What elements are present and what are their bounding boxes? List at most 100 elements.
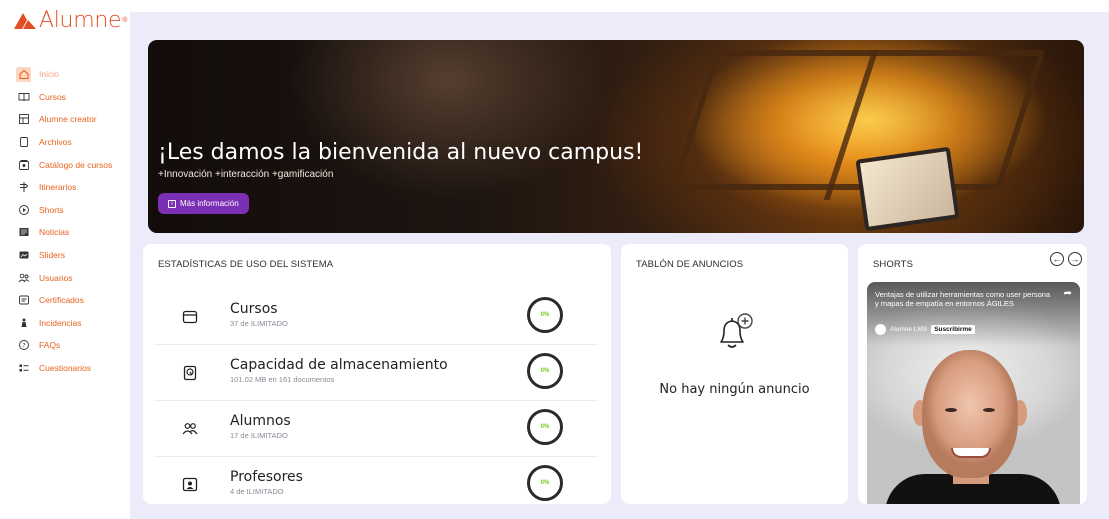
no-announcements-text: No hay ningún anuncio: [659, 382, 810, 397]
presenter-eye: [945, 408, 957, 412]
sidebar-item-certificados[interactable]: Certificados: [16, 289, 112, 312]
channel-avatar[interactable]: [875, 324, 886, 335]
welcome-banner: ¡Les damos la bienvenida al nuevo campus…: [148, 40, 1084, 233]
teacher-icon: [182, 477, 198, 492]
shorts-next-button[interactable]: →: [1068, 252, 1082, 266]
presenter-head: [922, 350, 1018, 478]
shorts-card-title: SHORTS: [873, 259, 914, 270]
short-video-player[interactable]: Ventajas de utilizar herramientas como u…: [867, 282, 1080, 504]
stat-detail: 37 de ILIMITADO: [230, 319, 288, 328]
sidebar: Alumne ® Inicio Cursos Alumne creator Arc…: [0, 0, 130, 519]
arrow-left-icon: ←: [1052, 254, 1062, 264]
sidebar-item-shorts[interactable]: Shorts: [16, 199, 112, 222]
slider-icon: [16, 248, 31, 263]
sidebar-item-label: Catálogo de cursos: [39, 159, 113, 170]
quiz-icon: [16, 361, 31, 376]
signpost-icon: [16, 180, 31, 195]
stat-name: Capacidad de almacenamiento: [230, 357, 448, 373]
sidebar-item-label: Itinerarios: [39, 182, 77, 193]
catalog-icon: [16, 157, 31, 172]
usage-progress-ring: 0%: [527, 297, 563, 333]
stat-detail: 17 de ILIMITADO: [230, 431, 288, 440]
courses-icon: [182, 310, 198, 324]
stats-card-title: ESTADÍSTICAS DE USO DEL SISTEMA: [158, 259, 334, 270]
stat-name: Cursos: [230, 301, 278, 317]
sidebar-item-label: Noticias: [39, 227, 70, 238]
usage-progress-ring: 0%: [527, 465, 563, 501]
sidebar-item-itinerarios[interactable]: Itinerarios: [16, 176, 112, 199]
sidebar-item-faqs[interactable]: ? FAQs: [16, 334, 112, 357]
more-info-button-label: Más información: [180, 199, 239, 208]
stat-row-alumnos: Alumnos 17 de ILIMITADO 0%: [154, 401, 598, 457]
book-icon: [16, 89, 31, 104]
certificate-icon: [16, 293, 31, 308]
shorts-icon: [16, 202, 31, 217]
banner-laptop-decoration: [855, 146, 960, 232]
banner-subtitle: +Innovación +interacción +gamificación: [158, 169, 334, 180]
sidebar-item-label: Incidencias: [39, 317, 82, 328]
stat-detail: 4 de ILIMITADO: [230, 487, 284, 496]
stat-detail: 101.02 MB en 161 documentos: [230, 375, 335, 384]
sidebar-item-label: Cuestionarios: [39, 363, 91, 374]
main-content: ¡Les damos la bienvenida al nuevo campus…: [130, 12, 1109, 519]
usage-progress-ring: 0%: [527, 409, 563, 445]
usage-percent: 0%: [540, 312, 550, 318]
presenter-mouth: [951, 448, 991, 458]
storage-icon: [183, 365, 197, 381]
video-title: Ventajas de utilizar herramientas como u…: [875, 290, 1051, 308]
sidebar-item-label: Sliders: [39, 250, 65, 261]
sidebar-item-incidencias[interactable]: Incidencias: [16, 312, 112, 335]
alumne-logo[interactable]: Alumne ®: [14, 7, 128, 33]
sidebar-item-label: Inicio: [39, 69, 59, 80]
sidebar-item-archivos[interactable]: Archivos: [16, 131, 112, 154]
stat-row-almacenamiento: Capacidad de almacenamiento 101.02 MB en…: [154, 345, 598, 401]
sidebar-item-label: FAQs: [39, 340, 61, 351]
announcements-card: TABLÓN DE ANUNCIOS No hay ningún anuncio: [621, 244, 848, 504]
news-icon: [16, 225, 31, 240]
sidebar-item-label: Shorts: [39, 204, 64, 215]
stat-name: Profesores: [230, 469, 303, 485]
shorts-prev-button[interactable]: ←: [1050, 252, 1064, 266]
students-icon: [182, 423, 198, 435]
shorts-card: SHORTS ← → Ventajas de utilizar herramie…: [858, 244, 1087, 504]
usage-progress-ring: 0%: [527, 353, 563, 389]
incident-icon: [16, 315, 31, 330]
svg-text:?: ?: [22, 342, 25, 350]
brand-name: Alumne: [39, 7, 122, 33]
stat-name: Alumnos: [230, 413, 291, 429]
brand-registered-mark: ®: [122, 16, 128, 24]
usage-percent: 0%: [540, 368, 550, 374]
sidebar-item-noticias[interactable]: Noticias: [16, 221, 112, 244]
more-info-button[interactable]: i Más información: [158, 193, 249, 214]
share-icon[interactable]: ➦: [1064, 288, 1072, 299]
file-icon: [16, 135, 31, 150]
usage-percent: 0%: [540, 480, 550, 486]
sidebar-item-label: Archivos: [39, 137, 72, 148]
info-icon: i: [168, 199, 176, 208]
banner-title: ¡Les damos la bienvenida al nuevo campus…: [158, 140, 644, 165]
channel-name[interactable]: Alumne LMS: [890, 326, 927, 333]
sidebar-item-cuestionarios[interactable]: Cuestionarios: [16, 357, 112, 380]
alumne-logo-icon: [14, 13, 36, 29]
sidebar-item-label: Cursos: [39, 91, 66, 102]
sidebar-item-cursos[interactable]: Cursos: [16, 86, 112, 109]
announcements-card-title: TABLÓN DE ANUNCIOS: [636, 259, 744, 270]
sidebar-item-label: Usuarios: [39, 272, 73, 283]
usage-percent: 0%: [540, 424, 550, 430]
sidebar-item-label: Alumne creator: [39, 114, 97, 125]
stat-row-profesores: Profesores 4 de ILIMITADO 0%: [154, 457, 598, 513]
layout-icon: [16, 112, 31, 127]
sidebar-nav: Inicio Cursos Alumne creator Archivos Ca…: [16, 63, 112, 379]
video-channel: Alumne LMS Suscribirme: [875, 324, 975, 335]
subscribe-button[interactable]: Suscribirme: [931, 325, 975, 334]
sidebar-item-usuarios[interactable]: Usuarios: [16, 266, 112, 289]
sidebar-item-label: Certificados: [39, 295, 84, 306]
sidebar-item-catalogo[interactable]: Catálogo de cursos: [16, 153, 112, 176]
sidebar-item-sliders[interactable]: Sliders: [16, 244, 112, 267]
sidebar-item-alumne-creator[interactable]: Alumne creator: [16, 108, 112, 131]
sidebar-item-inicio[interactable]: Inicio: [16, 63, 112, 86]
stat-row-cursos: Cursos 37 de ILIMITADO 0%: [154, 289, 598, 345]
bell-add-icon: [720, 313, 753, 348]
help-icon: ?: [16, 338, 31, 353]
system-stats-card: ESTADÍSTICAS DE USO DEL SISTEMA Cursos 3…: [143, 244, 611, 504]
